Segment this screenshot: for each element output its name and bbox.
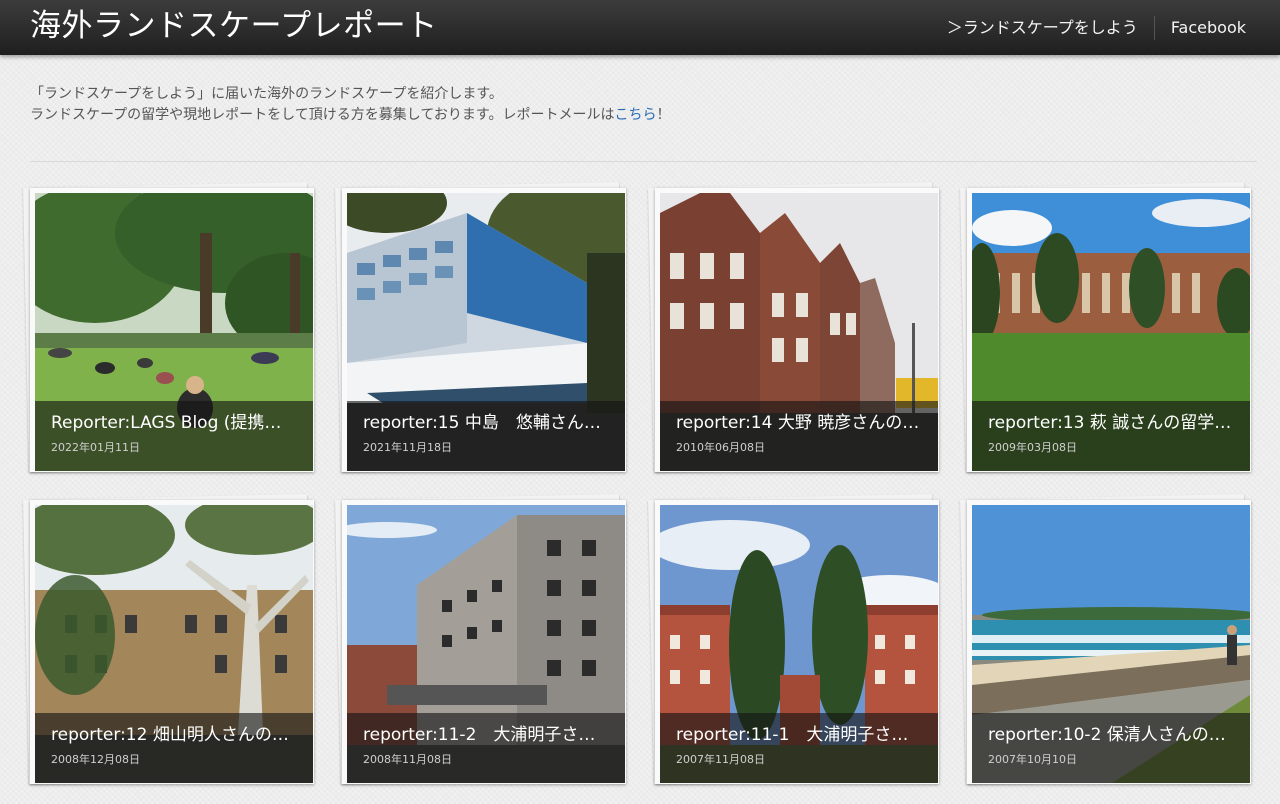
site-header: 海外ランドスケープレポート ＞ランドスケープをしよう Facebook (0, 0, 1280, 55)
report-card[interactable]: reporter:15 中島 悠輔さんのレポート 2021年11月18日 (342, 188, 626, 472)
report-photo[interactable]: reporter:12 畑山明人さんのレポート 2008年12月08日 (35, 505, 313, 783)
nav-link-facebook[interactable]: Facebook (1171, 17, 1246, 39)
report-title[interactable]: Reporter:LAGS Blog (提携ブログ) (51, 411, 297, 435)
report-date: 2010年06月08日 (676, 441, 765, 454)
report-date: 2007年11月08日 (676, 753, 765, 766)
report-title[interactable]: reporter:13 萩 誠さんの留学レポート (988, 411, 1234, 435)
report-card[interactable]: reporter:10-2 保清人さんのレポート 2007年10月10日 (967, 500, 1251, 784)
report-title[interactable]: reporter:15 中島 悠輔さんのレポート (363, 411, 609, 435)
report-card[interactable]: reporter:11-2 大浦明子さんのレポート 2008年11月08日 (342, 500, 626, 784)
intro-line-1: 「ランドスケープをしよう」に届いた海外のランドスケープを紹介します。 (30, 86, 503, 102)
intro-line-2-suffix: ！ (656, 107, 671, 123)
report-caption: reporter:11-2 大浦明子さんのレポート 2008年11月08日 (347, 713, 625, 783)
report-title[interactable]: reporter:11-2 大浦明子さんのレポート (363, 723, 609, 747)
report-caption: reporter:11-1 大浦明子さんのレポート 2007年11月08日 (660, 713, 938, 783)
contact-link[interactable]: こちら (615, 107, 657, 123)
report-date: 2008年12月08日 (51, 753, 140, 766)
report-caption: reporter:13 萩 誠さんの留学レポート 2009年03月08日 (972, 401, 1250, 471)
intro-line-2-prefix: ランドスケープの留学や現地レポートをして頂ける方を募集しております。レポートメー… (30, 107, 615, 123)
report-photo[interactable]: reporter:13 萩 誠さんの留学レポート 2009年03月08日 (972, 193, 1250, 471)
report-photo[interactable]: Reporter:LAGS Blog (提携ブログ) 2022年01月11日 (35, 193, 313, 471)
report-date: 2022年01月11日 (51, 441, 140, 454)
report-title[interactable]: reporter:14 大野 暁彦さんのレポート (676, 411, 922, 435)
divider (30, 161, 1257, 162)
report-date: 2021年11月18日 (363, 441, 452, 454)
report-photo[interactable]: reporter:10-2 保清人さんのレポート 2007年10月10日 (972, 505, 1250, 783)
report-card[interactable]: Reporter:LAGS Blog (提携ブログ) 2022年01月11日 (30, 188, 314, 472)
report-caption: reporter:10-2 保清人さんのレポート 2007年10月10日 (972, 713, 1250, 783)
report-caption: reporter:12 畑山明人さんのレポート 2008年12月08日 (35, 713, 313, 783)
intro-line-2: ランドスケープの留学や現地レポートをして頂ける方を募集しております。レポートメー… (30, 105, 671, 126)
report-card[interactable]: reporter:13 萩 誠さんの留学レポート 2009年03月08日 (967, 188, 1251, 472)
report-card[interactable]: reporter:11-1 大浦明子さんのレポート 2007年11月08日 (655, 500, 939, 784)
report-caption: Reporter:LAGS Blog (提携ブログ) 2022年01月11日 (35, 401, 313, 471)
report-photo[interactable]: reporter:11-2 大浦明子さんのレポート 2008年11月08日 (347, 505, 625, 783)
report-title[interactable]: reporter:11-1 大浦明子さんのレポート (676, 723, 922, 747)
report-caption: reporter:14 大野 暁彦さんのレポート 2010年06月08日 (660, 401, 938, 471)
report-title[interactable]: reporter:10-2 保清人さんのレポート (988, 723, 1234, 747)
site-title[interactable]: 海外ランドスケープレポート (30, 6, 438, 46)
report-caption: reporter:15 中島 悠輔さんのレポート 2021年11月18日 (347, 401, 625, 471)
report-photo[interactable]: reporter:11-1 大浦明子さんのレポート 2007年11月08日 (660, 505, 938, 783)
report-date: 2008年11月08日 (363, 753, 452, 766)
report-card[interactable]: reporter:12 畑山明人さんのレポート 2008年12月08日 (30, 500, 314, 784)
report-title[interactable]: reporter:12 畑山明人さんのレポート (51, 723, 297, 747)
header-nav: ＞ランドスケープをしよう Facebook (947, 0, 1246, 55)
report-photo[interactable]: reporter:14 大野 暁彦さんのレポート 2010年06月08日 (660, 193, 938, 471)
report-card[interactable]: reporter:14 大野 暁彦さんのレポート 2010年06月08日 (655, 188, 939, 472)
report-date: 2007年10月10日 (988, 753, 1077, 766)
nav-separator (1153, 15, 1155, 40)
report-date: 2009年03月08日 (988, 441, 1077, 454)
nav-link-landscape[interactable]: ＞ランドスケープをしよう (947, 17, 1138, 39)
intro-text: 「ランドスケープをしよう」に届いた海外のランドスケープを紹介します。 ランドスケ… (30, 84, 671, 126)
report-photo[interactable]: reporter:15 中島 悠輔さんのレポート 2021年11月18日 (347, 193, 625, 471)
